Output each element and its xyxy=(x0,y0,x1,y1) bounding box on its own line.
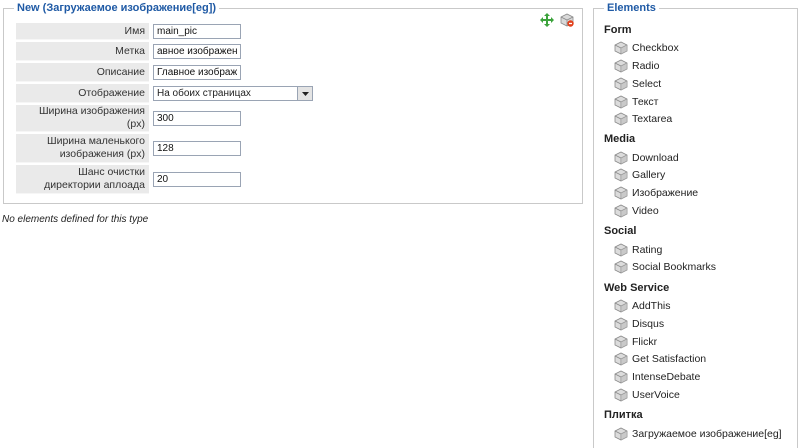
element-item-label: Download xyxy=(632,152,679,164)
element-item-label: Rating xyxy=(632,244,663,256)
element-icon xyxy=(614,335,628,349)
no-elements-message: No elements defined for this type xyxy=(2,214,149,225)
element-icon xyxy=(614,151,628,165)
element-item-label: Textarea xyxy=(632,113,673,125)
delete-icon[interactable] xyxy=(560,13,574,27)
parameters-table: Имя Метка Описание Отображение На обоих … xyxy=(16,21,313,196)
element-item-get-satisfaction[interactable]: Get Satisfaction xyxy=(614,352,706,366)
description-input[interactable] xyxy=(153,65,241,80)
element-item-addthis[interactable]: AddThis xyxy=(614,299,671,313)
element-item-gallery[interactable]: Gallery xyxy=(614,168,665,182)
element-icon xyxy=(614,427,628,441)
element-icon xyxy=(614,95,628,109)
element-icon xyxy=(614,299,628,313)
element-item-rating[interactable]: Rating xyxy=(614,243,662,257)
clean-chance-label: Шанс очистки директории аплоада xyxy=(16,165,149,194)
element-icon xyxy=(614,168,628,182)
group-title-web-service: Web Service xyxy=(604,282,670,294)
element-settings-panel: New (Загружаемое изображение[eg]) Имя Ме… xyxy=(3,2,583,204)
element-icon xyxy=(614,59,628,73)
element-item-label: Select xyxy=(632,78,662,90)
panel-title: New (Загружаемое изображение[eg]) xyxy=(14,2,220,15)
element-item-label: Checkbox xyxy=(632,42,679,54)
element-icon xyxy=(614,112,628,126)
element-item-flickr[interactable]: Flickr xyxy=(614,335,657,349)
name-input[interactable] xyxy=(153,24,241,39)
element-icon xyxy=(614,388,628,402)
element-item-uploadable-image[interactable]: Загружаемое изображение[eg] xyxy=(614,427,782,441)
element-icon xyxy=(614,317,628,331)
group-title-form: Form xyxy=(604,24,632,36)
element-item-label: Gallery xyxy=(632,169,666,181)
display-select-value: На обоих страницах xyxy=(157,88,251,99)
panel-tools xyxy=(540,13,574,27)
tag-label: Метка xyxy=(16,42,149,61)
element-item-label: Disqus xyxy=(632,318,665,330)
element-item-label: IntenseDebate xyxy=(632,371,701,383)
element-item-radio[interactable]: Radio xyxy=(614,59,659,73)
element-item-label: AddThis xyxy=(632,300,671,312)
element-item-disqus[interactable]: Disqus xyxy=(614,317,664,331)
group-title-social: Social xyxy=(604,225,637,237)
element-item-label: Radio xyxy=(632,60,660,72)
element-item-select[interactable]: Select xyxy=(614,77,661,91)
element-icon xyxy=(614,41,628,55)
display-label: Отображение xyxy=(16,84,149,103)
tag-input[interactable] xyxy=(153,44,241,59)
element-item-label: Flickr xyxy=(632,336,658,348)
element-item-social-bookmarks[interactable]: Social Bookmarks xyxy=(614,260,716,274)
image-width-input[interactable] xyxy=(153,111,241,126)
thumb-width-input[interactable] xyxy=(153,141,241,156)
element-icon xyxy=(614,352,628,366)
element-icon xyxy=(614,370,628,384)
element-icon xyxy=(614,243,628,257)
element-item-checkbox[interactable]: Checkbox xyxy=(614,41,679,55)
element-icon xyxy=(614,204,628,218)
element-item-image[interactable]: Изображение xyxy=(614,186,698,200)
element-icon xyxy=(614,77,628,91)
elements-panel-title: Elements xyxy=(604,2,659,15)
image-width-label: Ширина изображения (px) xyxy=(16,105,149,132)
element-item-textarea[interactable]: Textarea xyxy=(614,112,672,126)
element-item-video[interactable]: Video xyxy=(614,204,659,218)
element-item-label: Video xyxy=(632,205,659,217)
element-item-intensedebate[interactable]: IntenseDebate xyxy=(614,370,700,384)
name-label: Имя xyxy=(16,23,149,40)
description-label: Описание xyxy=(16,63,149,82)
element-item-label: Social Bookmarks xyxy=(632,261,717,273)
element-item-text[interactable]: Текст xyxy=(614,95,658,109)
thumb-width-label: Ширина маленького изображения (px) xyxy=(16,134,149,163)
element-item-label: Текст xyxy=(632,96,659,108)
element-item-label: Изображение xyxy=(632,187,699,199)
display-select[interactable]: На обоих страницах xyxy=(153,86,313,101)
group-title-media: Media xyxy=(604,133,636,145)
move-icon[interactable] xyxy=(540,13,554,27)
element-item-download[interactable]: Download xyxy=(614,151,679,165)
element-icon xyxy=(614,260,628,274)
chevron-down-icon[interactable] xyxy=(297,87,312,100)
elements-panel: Elements Form Checkbox Radio Select Текс… xyxy=(593,2,798,448)
clean-chance-input[interactable] xyxy=(153,172,241,187)
element-item-label: Загружаемое изображение[eg] xyxy=(632,428,782,440)
element-item-label: Get Satisfaction xyxy=(632,353,707,365)
element-item-uservoice[interactable]: UserVoice xyxy=(614,388,680,402)
element-icon xyxy=(614,186,628,200)
group-title-plitka: Плитка xyxy=(604,409,643,421)
element-item-label: UserVoice xyxy=(632,389,680,401)
